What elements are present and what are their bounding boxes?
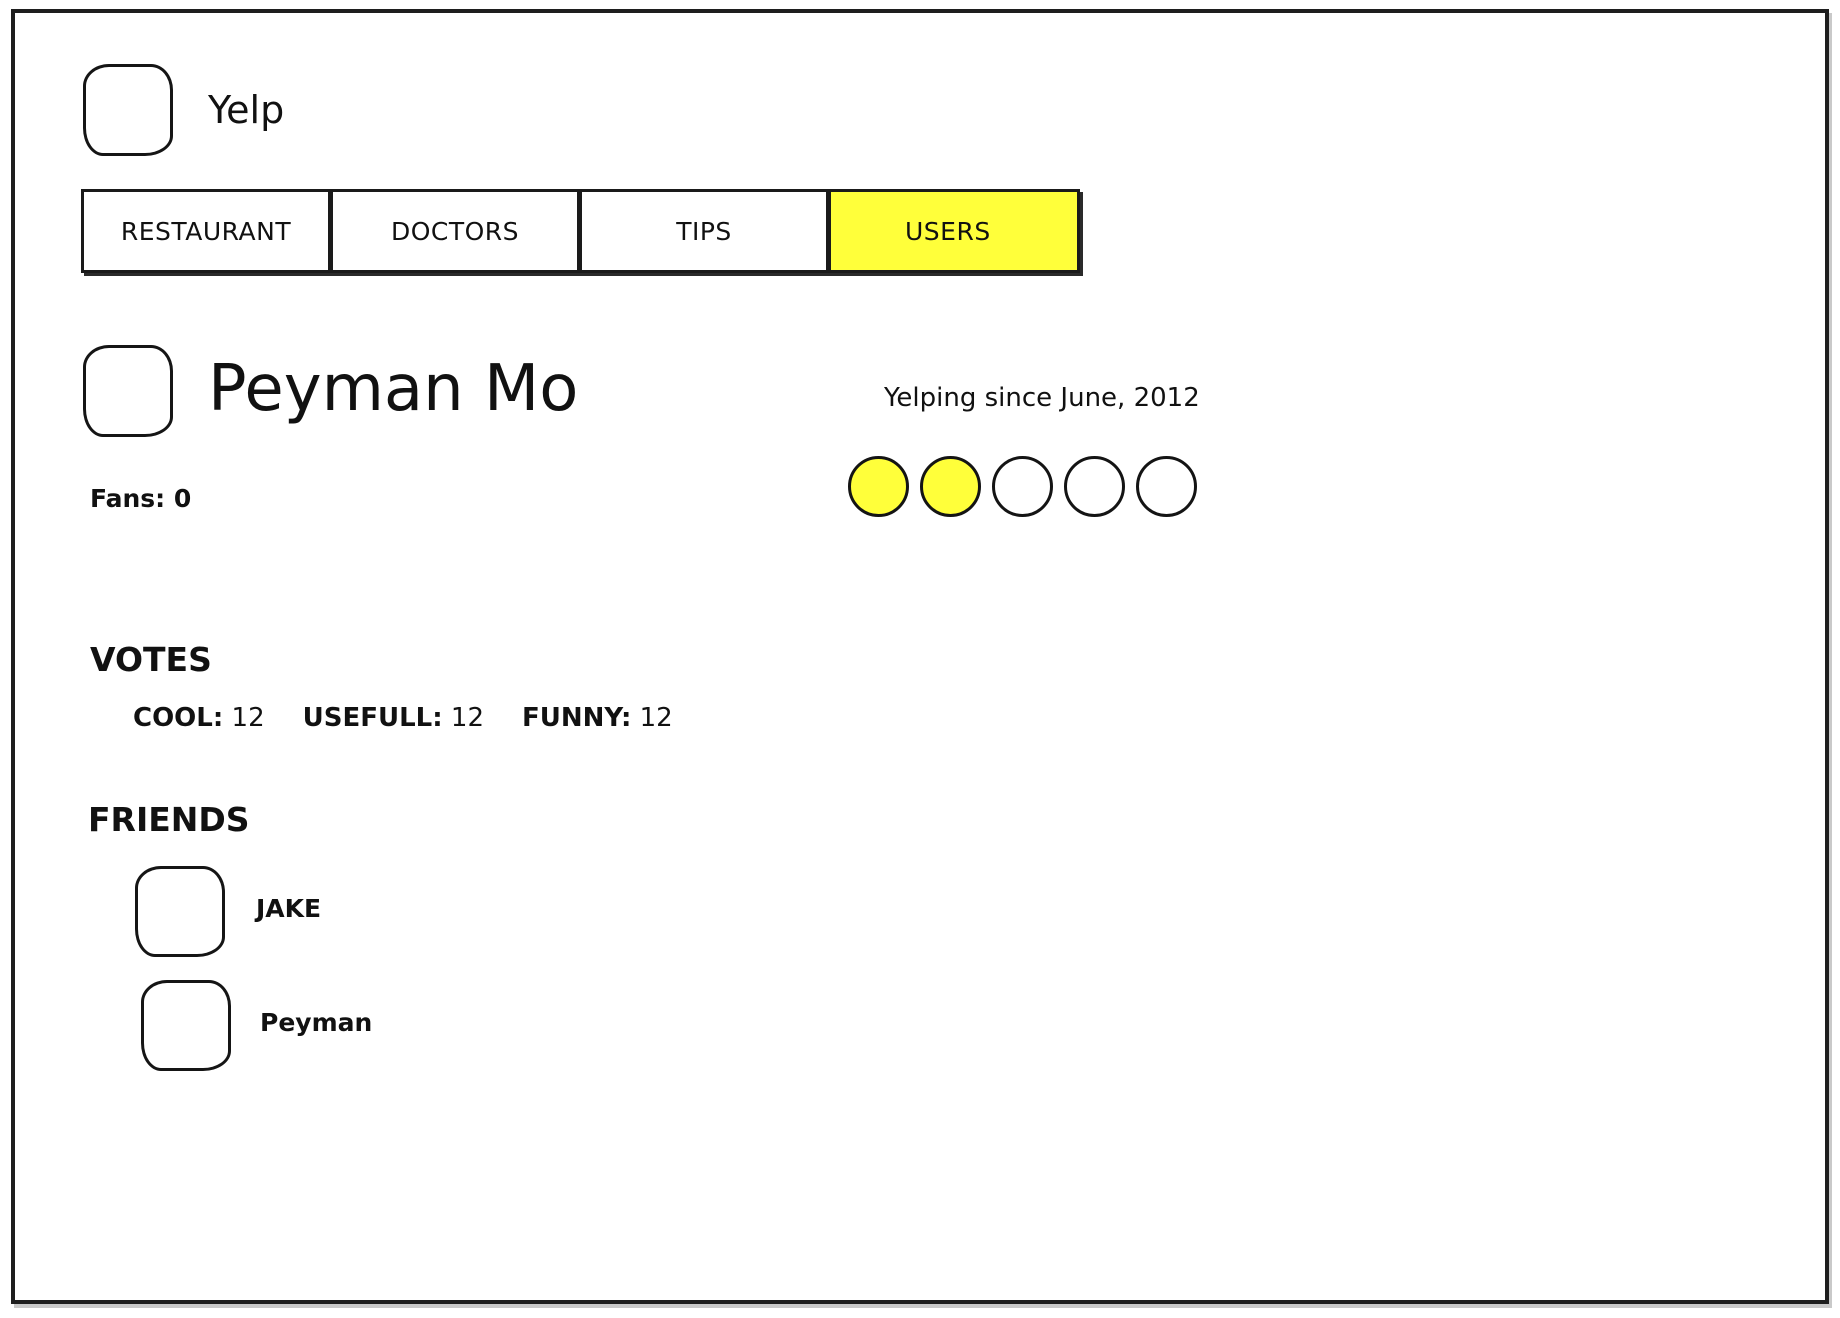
vote-funny: FUNNY: 12 xyxy=(522,703,673,733)
logo-image-placeholder xyxy=(83,64,173,156)
rating-dot-5 xyxy=(1136,456,1197,517)
tab-doctors[interactable]: DOCTORS xyxy=(330,189,580,273)
vote-value: 12 xyxy=(231,703,265,733)
tab-users[interactable]: USERS xyxy=(828,189,1080,273)
friend-name-link[interactable]: JAKE xyxy=(256,894,321,923)
friend-avatar[interactable] xyxy=(135,866,225,957)
rating-dot-4 xyxy=(1064,456,1125,517)
tab-restaurant[interactable]: RESTAURANT xyxy=(81,189,331,273)
rating-dot-1 xyxy=(848,456,909,517)
vote-label: FUNNY: xyxy=(522,703,632,733)
star-rating xyxy=(848,456,1197,517)
user-name: Peyman Mo xyxy=(208,352,579,426)
vote-label: COOL: xyxy=(133,703,224,733)
friend-name-link[interactable]: Peyman xyxy=(260,1008,372,1037)
vote-value: 12 xyxy=(639,703,673,733)
user-avatar xyxy=(83,345,173,437)
fans-count: Fans: 0 xyxy=(90,484,192,513)
vote-value: 12 xyxy=(450,703,484,733)
vote-cool: COOL: 12 xyxy=(133,703,265,733)
friend-avatar[interactable] xyxy=(141,980,231,1071)
vote-usefull: USEFULL: 12 xyxy=(303,703,484,733)
rating-dot-2 xyxy=(920,456,981,517)
votes-heading: VOTES xyxy=(90,640,212,679)
rating-dot-3 xyxy=(992,456,1053,517)
yelping-since-text: Yelping since June, 2012 xyxy=(884,383,1200,413)
tab-bar: RESTAURANT DOCTORS TIPS USERS xyxy=(81,189,1080,273)
tab-tips[interactable]: TIPS xyxy=(579,189,829,273)
friends-heading: FRIENDS xyxy=(88,800,250,839)
votes-row: COOL: 12 USEFULL: 12 FUNNY: 12 xyxy=(133,703,711,733)
app-title: Yelp xyxy=(208,88,285,132)
vote-label: USEFULL: xyxy=(302,703,443,733)
